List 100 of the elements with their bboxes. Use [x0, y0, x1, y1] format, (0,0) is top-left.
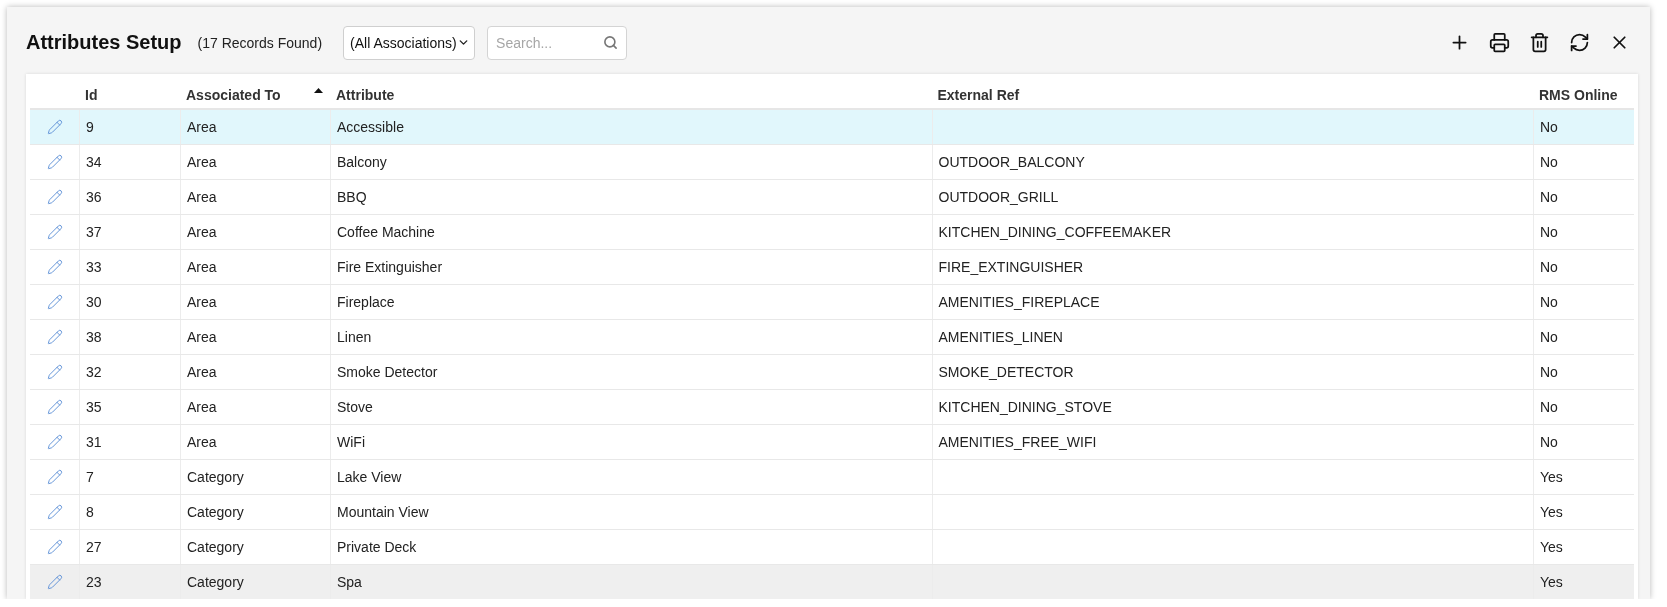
table-cell: No	[1540, 119, 1558, 135]
delete-button[interactable]	[1528, 31, 1550, 54]
column-header[interactable]: Associated To	[180, 78, 330, 108]
table-cell: Area	[187, 224, 217, 240]
table-cell: Area	[187, 119, 217, 135]
table-cell: No	[1540, 189, 1558, 205]
search-icon[interactable]	[603, 34, 619, 50]
table-row[interactable]: 31 Area WiFi AMENITIES_FREE_WIFI No	[30, 425, 1634, 460]
table-cell: Area	[187, 399, 217, 415]
table-cell: Yes	[1540, 539, 1563, 555]
pencil-icon[interactable]	[46, 329, 63, 345]
table-cell: SMOKE_DETECTOR	[938, 364, 1074, 380]
table-cell: 35	[86, 399, 102, 415]
table-row[interactable]: 38 Area Linen AMENITIES_LINEN No	[30, 320, 1634, 355]
sort-up-icon[interactable]	[314, 88, 323, 93]
pencil-icon[interactable]	[46, 154, 63, 170]
pencil-icon[interactable]	[46, 294, 63, 310]
pencil-icon[interactable]	[46, 469, 63, 485]
table-cell: AMENITIES_LINEN	[938, 329, 1063, 345]
pencil-icon[interactable]	[46, 504, 63, 520]
printer-icon	[1488, 32, 1510, 53]
table-cell: Private Deck	[337, 539, 417, 555]
refresh-button[interactable]	[1568, 31, 1590, 54]
table-cell: Area	[187, 189, 217, 205]
table-row[interactable]: 32 Area Smoke Detector SMOKE_DETECTOR No	[30, 355, 1634, 390]
table-cell: OUTDOOR_BALCONY	[938, 154, 1085, 170]
table-cell: No	[1540, 399, 1558, 415]
table-cell: 9	[86, 119, 94, 135]
print-button[interactable]	[1488, 31, 1510, 54]
table-cell: OUTDOOR_GRILL	[938, 189, 1059, 205]
table-row[interactable]: 37 Area Coffee Machine KITCHEN_DINING_COFFEEMAKER No	[30, 215, 1634, 250]
table-cell: No	[1540, 259, 1558, 275]
table-row[interactable]: 35 Area Stove KITCHEN_DINING_STOVE No	[30, 390, 1634, 425]
table-row[interactable]: 27 Category Private Deck Yes	[30, 530, 1634, 565]
table-cell: Smoke Detector	[337, 364, 438, 380]
table-cell: Area	[187, 154, 217, 170]
table-cell: 31	[86, 434, 102, 450]
table-cell: Accessible	[337, 119, 404, 135]
pencil-icon[interactable]	[46, 189, 63, 205]
table-cell: 37	[86, 224, 102, 240]
trash-icon	[1528, 32, 1550, 53]
pencil-icon[interactable]	[46, 539, 63, 555]
column-header[interactable]: Attribute	[330, 78, 932, 108]
association-select[interactable]: (All Associations)	[343, 25, 476, 60]
table-row[interactable]: 30 Area Fireplace AMENITIES_FIREPLACE No	[30, 285, 1634, 320]
table-cell: FIRE_EXTINGUISHER	[938, 259, 1084, 275]
table-cell: Category	[187, 469, 244, 485]
pencil-icon[interactable]	[46, 399, 63, 415]
pencil-icon[interactable]	[46, 224, 63, 240]
table-cell: No	[1540, 154, 1558, 170]
table-cell: 34	[86, 154, 102, 170]
table-cell: Lake View	[337, 469, 402, 485]
table-cell: BBQ	[337, 189, 367, 205]
table-row[interactable]: 7 Category Lake View Yes	[30, 460, 1634, 495]
table-cell: Area	[187, 329, 217, 345]
table-row[interactable]: 9 Area Accessible No	[30, 110, 1634, 145]
table-cell: 36	[86, 189, 102, 205]
table-cell: AMENITIES_FREE_WIFI	[938, 434, 1097, 450]
table-cell: No	[1540, 224, 1558, 240]
table-cell: No	[1540, 329, 1558, 345]
column-header[interactable]: Id	[79, 78, 180, 108]
table-cell: AMENITIES_FIREPLACE	[938, 294, 1100, 310]
table-cell: KITCHEN_DINING_STOVE	[938, 399, 1112, 415]
record-count: (17 Records Found)	[197, 34, 323, 51]
table-row[interactable]: 36 Area BBQ OUTDOOR_GRILL No	[30, 180, 1634, 215]
table-cell: Category	[187, 504, 244, 520]
table-cell: 30	[86, 294, 102, 310]
table-cell: No	[1540, 294, 1558, 310]
column-header[interactable]: External Ref	[931, 78, 1533, 108]
table-cell: No	[1540, 364, 1558, 380]
table-cell: 8	[86, 504, 94, 520]
table-cell: Fire Extinguisher	[337, 259, 443, 275]
column-header[interactable]: RMS Online	[1533, 78, 1634, 108]
table-cell: KITCHEN_DINING_COFFEEMAKER	[938, 224, 1172, 240]
table-cell: Category	[187, 574, 244, 590]
page-title: Attributes Setup	[26, 31, 182, 54]
pencil-icon[interactable]	[46, 574, 63, 590]
table-cell: Yes	[1540, 469, 1563, 485]
table-cell: Area	[187, 364, 217, 380]
table-cell: Area	[187, 294, 217, 310]
table-cell: Area	[187, 434, 217, 450]
table-cell: Yes	[1540, 504, 1563, 520]
table-cell: 7	[86, 469, 94, 485]
pencil-icon[interactable]	[46, 259, 63, 275]
table-cell: Category	[187, 539, 244, 555]
pencil-icon[interactable]	[46, 364, 63, 380]
table-cell: Mountain View	[337, 504, 429, 520]
table-cell: 23	[86, 574, 102, 590]
refresh-icon	[1568, 32, 1590, 53]
table-cell: 38	[86, 329, 102, 345]
table-cell: Coffee Machine	[337, 224, 435, 240]
table-row[interactable]: 8 Category Mountain View Yes	[30, 495, 1634, 530]
table-row[interactable]: 33 Area Fire Extinguisher FIRE_EXTINGUISHER No	[30, 250, 1634, 285]
table-cell: 32	[86, 364, 102, 380]
pencil-icon[interactable]	[46, 434, 63, 450]
search-field[interactable]: Search...	[487, 25, 628, 60]
table-row[interactable]: 34 Area Balcony OUTDOOR_BALCONY No	[30, 145, 1634, 180]
table-row[interactable]: 23 Category Spa Yes	[30, 565, 1634, 599]
table-cell: 33	[86, 259, 102, 275]
pencil-icon[interactable]	[46, 119, 63, 135]
